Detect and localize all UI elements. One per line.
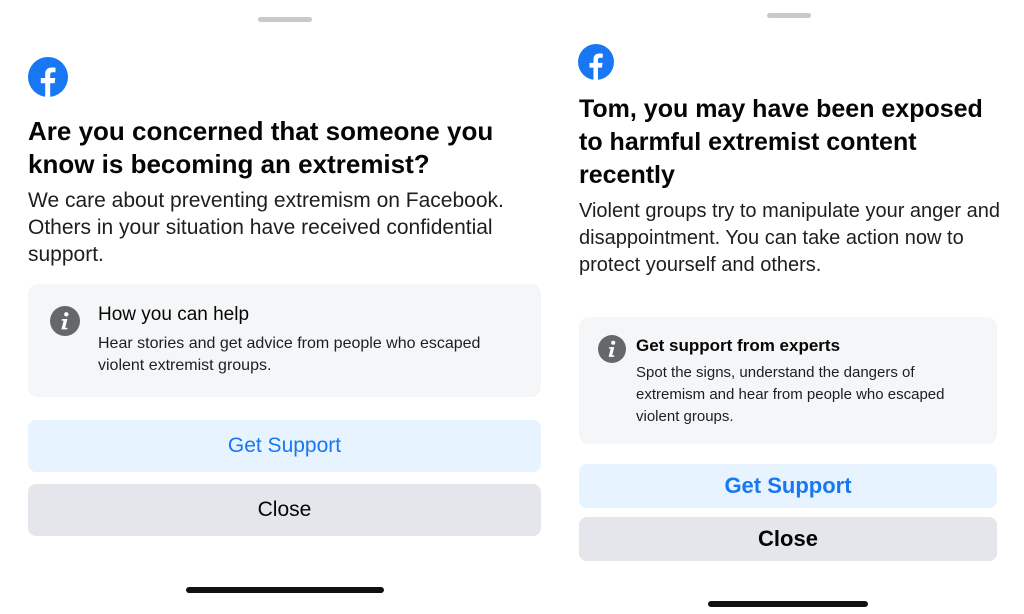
modal-title: Tom, you may have been exposed to harmfu…: [579, 95, 983, 189]
info-card-description: Hear stories and get advice from people …: [98, 335, 481, 374]
sheet-grabber-handle[interactable]: [767, 13, 811, 18]
facebook-logo-icon: [578, 44, 614, 80]
info-card-title: How you can help: [98, 304, 250, 325]
facebook-logo-icon: [28, 57, 68, 97]
info-card-description: Spot the signs, understand the dangers o…: [636, 364, 945, 425]
close-button[interactable]: Close: [28, 484, 541, 536]
modal-title: Are you concerned that someone you know …: [28, 116, 494, 179]
info-icon: [598, 335, 626, 363]
left-modal-sheet: Are you concerned that someone you know …: [0, 0, 560, 614]
right-modal-sheet: Tom, you may have been exposed to harmfu…: [560, 0, 1024, 614]
modal-body-text: We care about preventing extremism on Fa…: [28, 189, 504, 266]
home-indicator[interactable]: [186, 587, 384, 593]
info-card-title: Get support from experts: [636, 336, 841, 355]
modal-body-text: Violent groups try to manipulate your an…: [579, 200, 1001, 276]
close-button[interactable]: Close: [579, 517, 997, 561]
get-support-button[interactable]: Get Support: [28, 420, 541, 472]
info-card: How you can help Hear stories and get ad…: [28, 284, 541, 397]
info-card: Get support from experts Spot the signs,…: [579, 317, 997, 444]
info-icon: [50, 306, 80, 336]
get-support-button[interactable]: Get Support: [579, 464, 997, 508]
sheet-grabber-handle[interactable]: [258, 17, 312, 22]
home-indicator[interactable]: [708, 601, 868, 607]
